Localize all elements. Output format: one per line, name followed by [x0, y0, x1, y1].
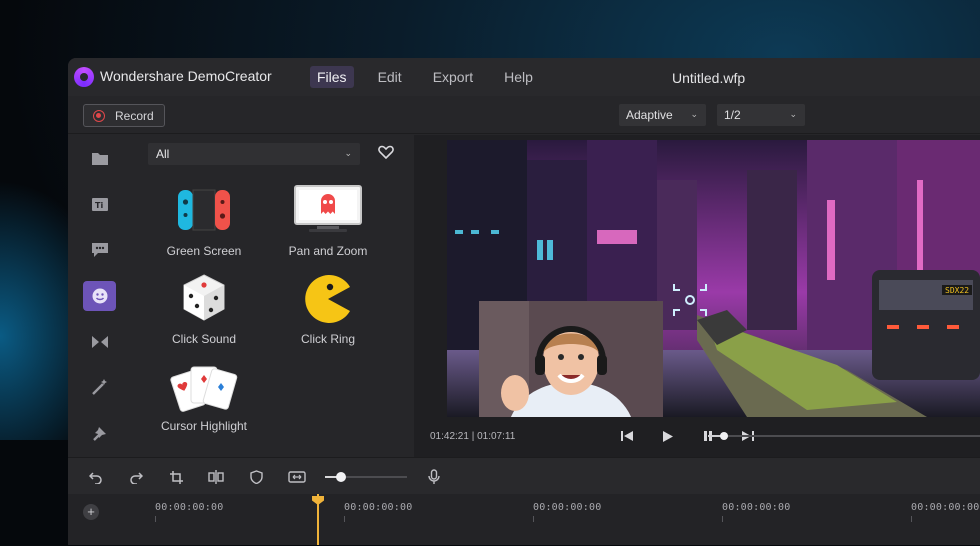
- menu-help[interactable]: Help: [497, 66, 540, 88]
- plus-icon: +: [87, 504, 95, 519]
- skip-back-icon: [621, 431, 633, 441]
- cursor-pin-icon: [92, 426, 106, 441]
- menu-export[interactable]: Export: [426, 66, 480, 88]
- ruler-tick: [722, 516, 723, 522]
- play-icon: [663, 430, 673, 442]
- tile-click-sound[interactable]: Click Sound: [144, 270, 264, 355]
- tile-pan-and-zoom[interactable]: Pan and Zoom: [268, 180, 388, 265]
- caption-bubble-icon: [91, 242, 108, 257]
- fit-width-icon: [288, 471, 306, 483]
- playhead-handle[interactable]: [312, 496, 324, 505]
- ruler-tick-label: 00:00:00:00: [344, 502, 413, 513]
- redo-button[interactable]: [126, 467, 146, 487]
- rail-magic[interactable]: [86, 373, 113, 400]
- tile-label: Click Sound: [171, 332, 237, 346]
- magic-wand-icon: [91, 378, 107, 395]
- app-window: Wondershare DemoCreator Files Edit Expor…: [68, 58, 980, 545]
- seek-bar[interactable]: [708, 432, 980, 440]
- svg-text:Ti: Ti: [95, 201, 103, 210]
- tile-green-screen[interactable]: Green Screen: [144, 180, 264, 265]
- microphone-icon: [428, 469, 440, 484]
- menu-files[interactable]: Files: [310, 66, 354, 88]
- preview-video[interactable]: SDX22: [447, 140, 980, 417]
- category-filter-value: All: [156, 147, 170, 161]
- rail-captions[interactable]: [86, 236, 113, 263]
- mark-button[interactable]: [246, 467, 266, 487]
- ratio-select-value: 1/2: [724, 108, 741, 122]
- dice-icon: [183, 274, 225, 321]
- ruler-tick-label: 00:00:00:00: [155, 502, 224, 513]
- document-title: Untitled.wfp: [672, 70, 746, 86]
- split-icon: [208, 470, 224, 484]
- chevron-down-icon: ⌄: [344, 148, 352, 158]
- quality-select-value: Adaptive: [626, 108, 673, 122]
- tile-cursor-highlight[interactable]: Cursor Highlight: [144, 363, 264, 448]
- timeline-zoom-slider[interactable]: [325, 472, 407, 482]
- tile-click-ring[interactable]: Click Ring: [268, 270, 388, 355]
- effects-library: All ⌄ Green Screen Pan and Zoom Click So…: [132, 135, 478, 457]
- ruler-tick: [911, 516, 912, 522]
- rail-cursor[interactable]: [86, 419, 113, 446]
- ruler-tick-label: 00:00:00:00: [533, 502, 602, 513]
- folder-icon: [91, 153, 108, 165]
- rail-transitions[interactable]: [86, 328, 113, 355]
- category-filter[interactable]: All ⌄: [148, 143, 360, 165]
- record-label: Record: [115, 108, 154, 123]
- main-toolbar: Record Adaptive ⌄ 1/2 ⌄: [68, 96, 980, 134]
- shield-icon: [249, 470, 263, 484]
- webcam-overlay[interactable]: [479, 301, 663, 417]
- menu-bar: Files Edit Export Help: [310, 66, 557, 88]
- tile-label: Click Ring: [300, 332, 355, 346]
- quality-select[interactable]: Adaptive ⌄: [619, 104, 706, 126]
- redo-icon: [130, 472, 143, 484]
- text-title-icon: Ti: [91, 198, 108, 211]
- ruler-tick-label: 00:00:00:00: [722, 502, 791, 513]
- crop-icon: [169, 470, 183, 484]
- playing-cards-icon: [170, 366, 238, 412]
- ruler-tick: [344, 516, 345, 522]
- record-icon: [93, 109, 105, 122]
- record-button[interactable]: Record: [83, 104, 165, 127]
- rail-effects[interactable]: [83, 281, 116, 311]
- tile-label: Green Screen: [166, 244, 242, 258]
- chevron-down-icon: ⌄: [789, 109, 797, 119]
- ruler-tick: [155, 516, 156, 522]
- fit-timeline-button[interactable]: [287, 467, 307, 487]
- ratio-select[interactable]: 1/2 ⌄: [717, 104, 805, 126]
- webcam-image: [479, 301, 663, 417]
- transition-icon: [91, 335, 108, 348]
- bus-sign: SDX22: [945, 286, 969, 295]
- app-name: Wondershare DemoCreator: [100, 68, 272, 84]
- app-logo-icon: [74, 67, 94, 87]
- split-button[interactable]: [206, 467, 226, 487]
- seek-bar-handle[interactable]: [720, 432, 729, 440]
- timeline-zoom-handle[interactable]: [336, 472, 347, 482]
- ruler-tick-label: 00:00:00:00: [911, 502, 980, 513]
- heart-icon[interactable]: [378, 145, 394, 159]
- effects-face-icon: [92, 288, 107, 304]
- menu-edit[interactable]: Edit: [371, 66, 409, 88]
- playback-timecode: 01:42:21 | 01:07:11: [430, 431, 516, 442]
- rail-text[interactable]: Ti: [86, 191, 113, 218]
- tile-label: Pan and Zoom: [288, 244, 368, 258]
- side-rail: Ti: [68, 135, 132, 457]
- timeline-toolbar: [68, 457, 980, 494]
- title-bar: Wondershare DemoCreator Files Edit Expor…: [68, 58, 980, 96]
- undo-button[interactable]: [86, 467, 106, 487]
- timeline-ruler[interactable]: + 00:00:00:00 00:00:00:00 00:00:00:00 00…: [68, 494, 980, 545]
- ruler-tick: [533, 516, 534, 522]
- add-track-button[interactable]: +: [83, 504, 99, 520]
- preview-panel: SDX22 01:42:21 | 01:07:11: [414, 135, 980, 457]
- skip-back-button[interactable]: [616, 425, 638, 447]
- pacman-icon: [305, 275, 350, 323]
- chevron-down-icon: ⌄: [690, 109, 698, 119]
- tile-label: Cursor Highlight: [160, 419, 248, 433]
- monitor-ghost-icon: [294, 185, 362, 232]
- crop-button[interactable]: [166, 467, 186, 487]
- voiceover-button[interactable]: [424, 467, 444, 487]
- game-controller-icon: [178, 189, 230, 231]
- undo-icon: [89, 472, 102, 484]
- play-button[interactable]: [657, 425, 679, 447]
- rail-media[interactable]: [86, 145, 113, 172]
